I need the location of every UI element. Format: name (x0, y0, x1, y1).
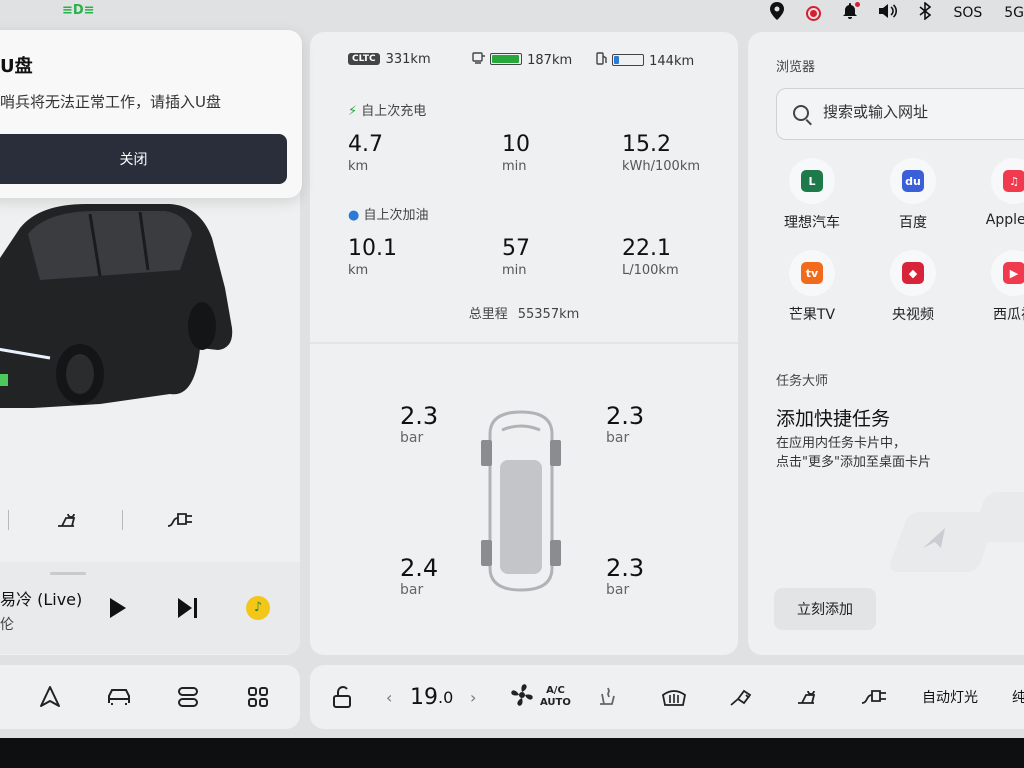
unlock-icon[interactable] (332, 665, 354, 729)
temp-decrease-icon[interactable]: ‹ (386, 665, 392, 729)
fuel-drop-icon: ● (348, 208, 360, 223)
charge-time: 10 min (502, 132, 530, 174)
search-bar[interactable] (776, 88, 1024, 140)
car-topview-icon (481, 410, 561, 592)
quick-controls (0, 500, 300, 540)
close-button[interactable]: 关闭 (0, 134, 287, 184)
navigation-icon[interactable] (38, 685, 62, 709)
sos-button[interactable]: SOS (953, 5, 982, 21)
baidu-icon: du (902, 170, 924, 192)
artist-name: 伦 (0, 617, 14, 633)
screen-bezel (0, 738, 1024, 768)
odometer: 总里程 55357km (468, 307, 580, 322)
next-track-icon[interactable] (178, 598, 200, 618)
bottom-dock-left (0, 665, 300, 729)
media-drag-handle[interactable] (50, 572, 86, 575)
tire-rear-left: 2.4 bar (400, 554, 439, 598)
seat-adjust-icon[interactable] (794, 665, 820, 729)
volume-icon[interactable] (879, 3, 898, 23)
notification-bell-icon[interactable] (843, 2, 861, 23)
refuel-time: 57 min (502, 236, 530, 278)
cltc-range: CLTC 331km (348, 52, 431, 67)
lightning-icon: ⚡ (348, 104, 358, 119)
since-refuel-heading: ● 自上次加油 (348, 208, 429, 223)
browser-panel: 浏览器 L 理想汽车 du 百度 ♫ Apple M tv 芒果TV ◆ 央视频… (748, 32, 1024, 655)
task-title: 添加快捷任务 (776, 408, 891, 430)
cctv-video-icon: ◆ (902, 262, 924, 284)
fuel-pump-icon (596, 52, 612, 69)
navigation-arrow-icon (923, 528, 945, 548)
temperature-display: 19.0 (410, 684, 454, 710)
search-icon (793, 105, 809, 121)
rear-defrost-icon[interactable] (660, 665, 688, 729)
seat-ventilation-icon[interactable] (594, 665, 620, 729)
app-cctv-video[interactable]: ◆ 央视频 (863, 250, 963, 324)
play-icon[interactable] (110, 598, 126, 618)
add-task-button[interactable]: 立刻添加 (774, 588, 876, 630)
app-xigua-video[interactable]: ▶ 西瓜视 (964, 250, 1024, 324)
divider (310, 342, 738, 344)
status-bar: ≡D≡ SOS 5G (0, 0, 1024, 26)
usb-dialog: U盘 哨兵将无法正常工作，请插入U盘 关闭 (0, 30, 302, 198)
apps-grid-icon[interactable] (246, 685, 270, 709)
charge-cable-icon[interactable] (728, 665, 756, 729)
network-indicator: 5G (1004, 5, 1024, 21)
task-master-label: 任务大师 (776, 374, 829, 389)
cltc-badge: CLTC (348, 53, 380, 65)
app-mango-tv[interactable]: tv 芒果TV (762, 250, 862, 324)
location-icon (770, 2, 785, 24)
range-summary: CLTC 331km 187km 144km (348, 52, 708, 72)
extra-mode-button[interactable]: 纯 (1012, 665, 1024, 729)
tire-rear-right: 2.3 bar (606, 554, 645, 598)
climate-dock: ‹ 19.0 › A/C AUTO 自动灯光 纯 (310, 665, 1024, 729)
car-image (0, 203, 233, 408)
seat-icon[interactable] (54, 508, 78, 532)
li-auto-icon: L (801, 170, 823, 192)
toggle-settings-icon[interactable] (176, 685, 200, 709)
auto-lights-button[interactable]: 自动灯光 (922, 665, 978, 729)
search-input[interactable] (823, 103, 1024, 121)
refuel-consumption: 22.1 L/100km (622, 236, 679, 278)
music-app-icon[interactable]: ♪ (246, 596, 270, 620)
dialog-title: U盘 (0, 56, 33, 77)
refuel-distance: 10.1 km (348, 236, 397, 278)
charge-port-icon[interactable] (166, 508, 192, 532)
media-player: 易冷 (Live) 伦 ♪ (0, 562, 300, 654)
browser-label: 浏览器 (776, 60, 816, 75)
tire-front-left: 2.3 bar (400, 402, 439, 446)
headlight-icon: ≡D≡ (62, 3, 95, 18)
temp-increase-icon[interactable]: › (470, 665, 476, 729)
app-apple-music[interactable]: ♫ Apple M (964, 158, 1024, 228)
ac-auto-button[interactable]: A/C AUTO (508, 665, 571, 729)
app-li-auto[interactable]: L 理想汽车 (762, 158, 862, 232)
song-title: 易冷 (Live) (0, 590, 83, 609)
apple-music-icon: ♫ (1003, 170, 1024, 192)
fuel-level-bar (612, 54, 645, 66)
electric-range: 187km (472, 52, 572, 68)
bluetooth-icon[interactable] (919, 1, 932, 24)
mango-tv-icon: tv (801, 262, 823, 284)
app-baidu[interactable]: du 百度 (863, 158, 963, 232)
charger-icon (472, 52, 490, 68)
recording-icon (806, 5, 822, 21)
task-illustration-tile (968, 492, 1024, 542)
status-icons: SOS 5G (770, 1, 1024, 24)
vehicle-icon[interactable] (106, 685, 130, 709)
charge-port-icon[interactable] (860, 665, 890, 729)
tire-front-right: 2.3 bar (606, 402, 645, 446)
charge-consumption: 15.2 kWh/100km (622, 132, 701, 174)
since-charge-heading: ⚡ 自上次充电 (348, 104, 427, 119)
xigua-video-icon: ▶ (1003, 262, 1024, 284)
fuel-range: 144km (596, 52, 694, 69)
trip-panel: CLTC 331km 187km 144km ⚡ 自上次充电 4.7 km 10 … (310, 32, 738, 655)
fan-icon (508, 681, 536, 713)
charge-distance: 4.7 km (348, 132, 383, 174)
dialog-message: 哨兵将无法正常工作，请插入U盘 (0, 93, 221, 111)
battery-level-bar (490, 53, 523, 65)
task-description: 在应用内任务卡片中， 点击"更多"添加至桌面卡片 (776, 436, 931, 470)
